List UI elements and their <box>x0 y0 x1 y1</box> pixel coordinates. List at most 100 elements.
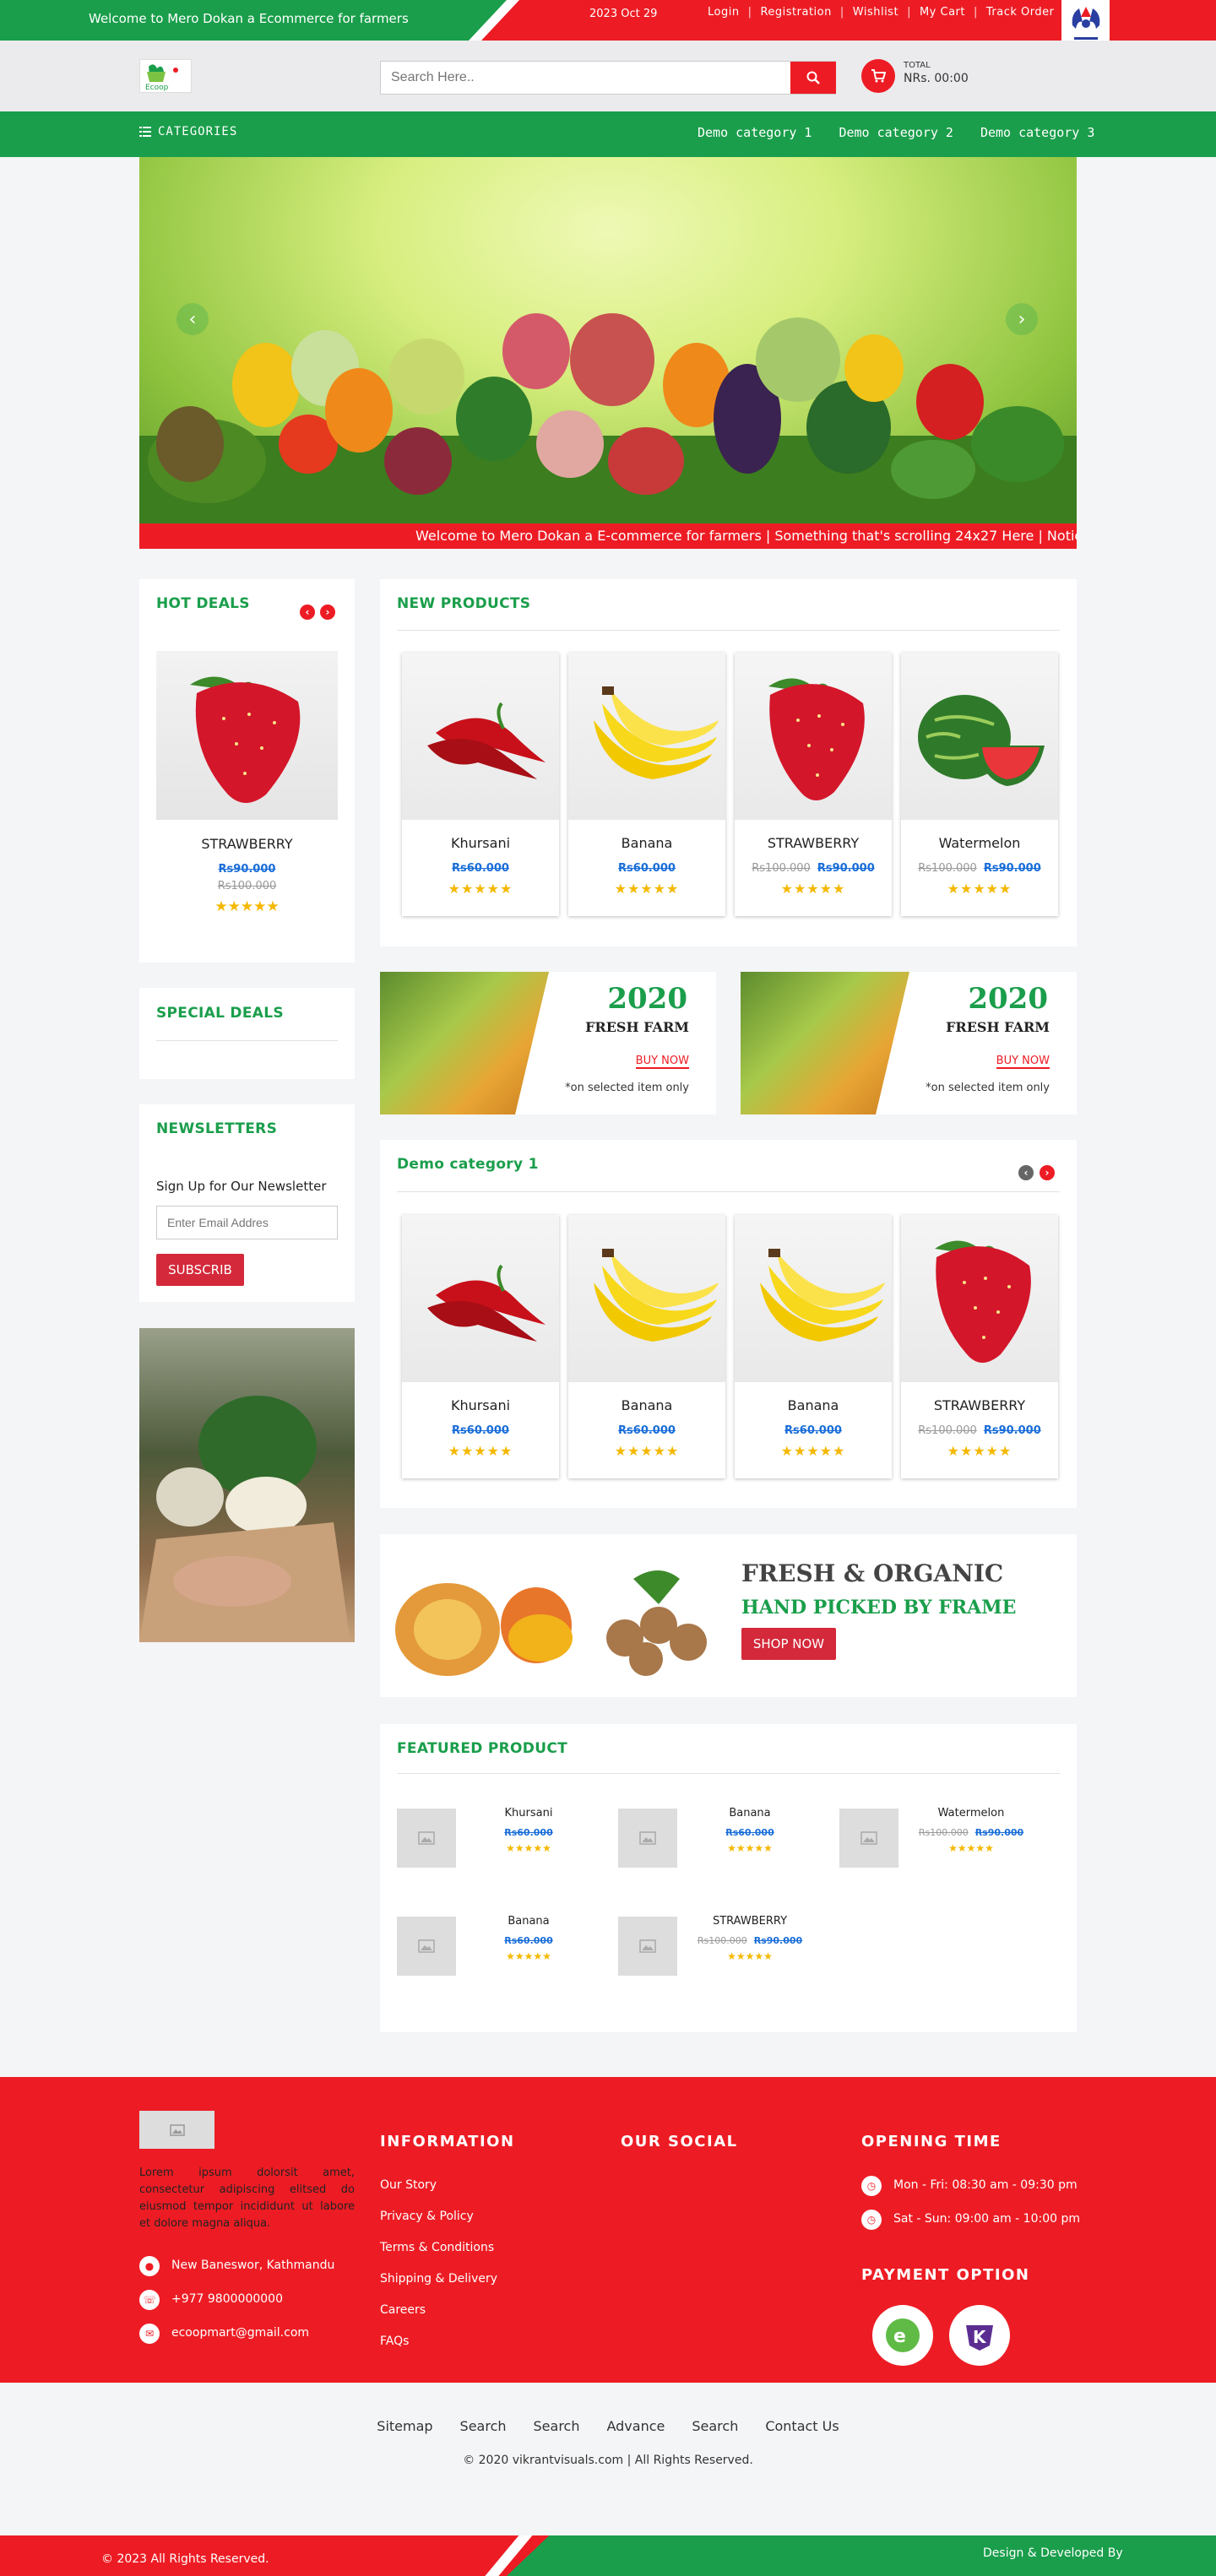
hot-deals-title: HOT DEALS <box>156 595 250 612</box>
product-card[interactable]: STRAWBERRY Rs100.000 Rs90.000 ★★★★★ <box>901 1215 1058 1478</box>
buy-now-button[interactable]: BUY NOW <box>635 1055 689 1069</box>
cart-button[interactable] <box>861 59 895 93</box>
newsletter-label: Sign Up for Our Newsletter <box>156 1179 327 1194</box>
my-cart-link[interactable]: My Cart <box>920 6 965 19</box>
sitemap-link[interactable]: Sitemap <box>377 2418 432 2434</box>
product-card[interactable]: Watermelon Rs100.000 Rs90.000 ★★★★★ <box>901 653 1058 916</box>
product-name[interactable]: STRAWBERRY <box>735 835 892 851</box>
product-image[interactable] <box>402 1215 559 1382</box>
featured-product-name[interactable]: Khursani <box>474 1807 584 1819</box>
categories-menu[interactable]: CATEGORIES <box>139 125 237 138</box>
product-name[interactable]: Banana <box>735 1397 892 1413</box>
product-name[interactable]: Khursani <box>402 1397 559 1413</box>
footer-link-terms[interactable]: Terms & Conditions <box>380 2241 494 2254</box>
registration-link[interactable]: Registration <box>760 6 831 19</box>
featured-product-image[interactable] <box>397 1917 456 1976</box>
product-card[interactable]: Khursani Rs60.000 ★★★★★ <box>402 1215 559 1478</box>
featured-product-name[interactable]: Banana <box>474 1915 584 1928</box>
vegetables-image <box>139 313 1077 523</box>
featured-product-name[interactable]: Watermelon <box>916 1807 1026 1819</box>
top-links: Login | Registration | Wishlist | My Car… <box>708 6 1054 19</box>
new-price: Rs60.000 <box>504 1935 553 1946</box>
hot-deals-prev-button[interactable]: ‹ <box>300 605 315 620</box>
featured-product-rating: ★★★★★ <box>506 1842 551 1854</box>
product-card[interactable]: Banana Rs60.000 ★★★★★ <box>568 653 725 916</box>
slider-prev-button[interactable]: ‹ <box>176 303 209 335</box>
search-link[interactable]: Search <box>534 2418 580 2434</box>
track-order-link[interactable]: Track Order <box>986 6 1055 19</box>
product-card[interactable]: Banana Rs60.000 ★★★★★ <box>568 1215 725 1478</box>
featured-product-name[interactable]: STRAWBERRY <box>695 1915 805 1928</box>
advance-link[interactable]: Advance <box>606 2418 665 2434</box>
product-prices: Rs100.000 Rs90.000 <box>901 1424 1058 1437</box>
footer-phone[interactable]: +977 9800000000 <box>171 2292 283 2306</box>
shop-now-button[interactable]: SHOP NOW <box>741 1628 836 1660</box>
newsletter-email-input[interactable] <box>156 1206 338 1239</box>
featured-product-image[interactable] <box>618 1809 677 1868</box>
login-link[interactable]: Login <box>708 6 740 19</box>
khalti-payment-icon[interactable]: K <box>949 2305 1010 2366</box>
hot-deal-product-image[interactable] <box>156 651 338 820</box>
product-image[interactable] <box>568 1215 725 1382</box>
search-button[interactable] <box>790 62 836 94</box>
nav-demo-category-3[interactable]: Demo category 3 <box>980 125 1094 140</box>
featured-product-image[interactable] <box>839 1809 898 1868</box>
featured-products-panel <box>380 1724 1077 2032</box>
search-link[interactable]: Search <box>692 2418 738 2434</box>
promo-note: *on selected item only <box>565 1082 689 1094</box>
new-price: Rs90.000 <box>983 1424 1041 1437</box>
hot-deal-product-name[interactable]: STRAWBERRY <box>156 836 338 852</box>
new-products-title: NEW PRODUCTS <box>397 595 531 612</box>
product-image[interactable] <box>901 1215 1058 1382</box>
product-card[interactable]: Banana Rs60.000 ★★★★★ <box>735 1215 892 1478</box>
new-price: Rs60.000 <box>784 1424 842 1437</box>
featured-product-prices: Rs100.000 Rs90.000 <box>916 1827 1026 1838</box>
footer-link-privacy[interactable]: Privacy & Policy <box>380 2210 474 2223</box>
footer-logo-placeholder <box>139 2111 214 2149</box>
buy-now-button[interactable]: BUY NOW <box>996 1055 1050 1069</box>
footer-link-faqs[interactable]: FAQs <box>380 2335 409 2348</box>
featured-product-image[interactable] <box>618 1917 677 1976</box>
search-link[interactable]: Search <box>460 2418 507 2434</box>
slider-next-button[interactable]: › <box>1006 303 1038 335</box>
product-image[interactable] <box>402 653 559 820</box>
product-card[interactable]: Khursani Rs60.000 ★★★★★ <box>402 653 559 916</box>
product-image[interactable] <box>735 1215 892 1382</box>
product-card[interactable]: STRAWBERRY Rs100.000 Rs90.000 ★★★★★ <box>735 653 892 916</box>
esewa-payment-icon[interactable]: e <box>872 2305 933 2366</box>
hot-deals-next-button[interactable]: › <box>320 605 335 620</box>
hot-deal-old-price: Rs100.000 <box>217 880 277 892</box>
subscribe-button[interactable]: SUBSCRIB <box>156 1254 244 1286</box>
product-name[interactable]: Khursani <box>402 835 559 851</box>
new-price: Rs60.000 <box>452 862 509 875</box>
promo-banner-1[interactable]: 2020 FRESH FARM BUY NOW *on selected ite… <box>380 972 716 1114</box>
location-pin-icon: ● <box>139 2256 160 2276</box>
featured-product-name[interactable]: Banana <box>695 1807 805 1819</box>
footer-link-shipping[interactable]: Shipping & Delivery <box>380 2272 497 2286</box>
product-name[interactable]: Banana <box>568 1397 725 1413</box>
product-rating: ★★★★★ <box>780 881 846 897</box>
product-prices: Rs60.000 <box>402 862 559 875</box>
promo-banner-2[interactable]: 2020 FRESH FARM BUY NOW *on selected ite… <box>741 972 1077 1114</box>
category-next-button[interactable]: › <box>1040 1165 1055 1180</box>
footer-link-our-story[interactable]: Our Story <box>380 2178 437 2192</box>
nav-demo-category-2[interactable]: Demo category 2 <box>839 125 953 140</box>
footer-email[interactable]: ecoopmart@gmail.com <box>171 2326 309 2340</box>
product-image[interactable] <box>568 653 725 820</box>
footer-link-careers[interactable]: Careers <box>380 2303 426 2317</box>
nav-demo-category-1[interactable]: Demo category 1 <box>698 125 812 140</box>
site-logo[interactable]: Ecoop <box>139 59 192 93</box>
product-rating: ★★★★★ <box>448 1443 513 1459</box>
contact-us-link[interactable]: Contact Us <box>765 2418 839 2434</box>
product-name[interactable]: STRAWBERRY <box>901 1397 1058 1413</box>
old-price: Rs100.000 <box>752 862 811 875</box>
category-prev-button[interactable]: ‹ <box>1018 1165 1034 1180</box>
product-image[interactable] <box>735 653 892 820</box>
wishlist-link[interactable]: Wishlist <box>853 6 898 19</box>
product-name[interactable]: Banana <box>568 835 725 851</box>
fruits-nuts-image <box>388 1545 722 1689</box>
search-input[interactable] <box>381 62 789 94</box>
product-image[interactable] <box>901 653 1058 820</box>
featured-product-image[interactable] <box>397 1809 456 1868</box>
product-name[interactable]: Watermelon <box>901 835 1058 851</box>
